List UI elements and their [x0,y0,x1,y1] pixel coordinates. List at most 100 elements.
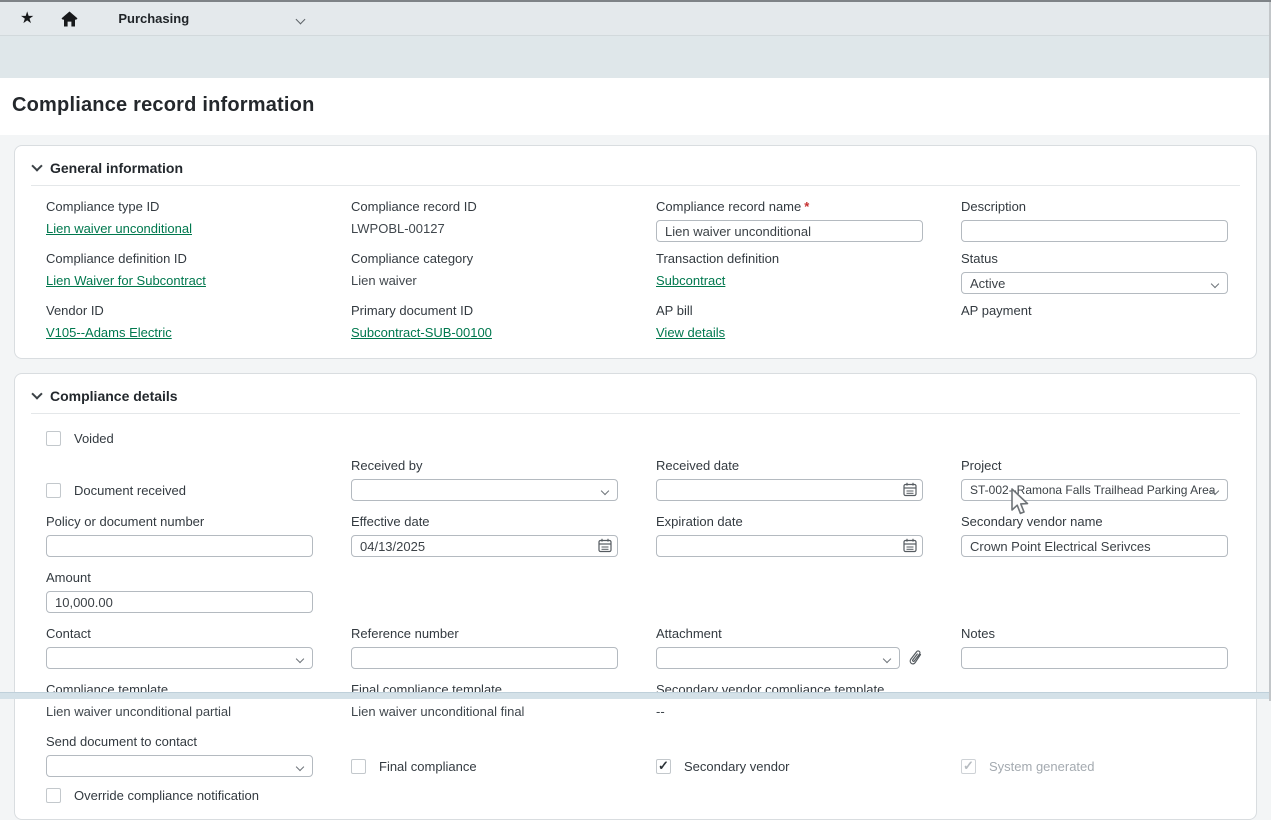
field-document-received: Document received [46,458,313,501]
field-ap-bill: AP bill View details [656,303,923,342]
field-received-by: Received by [351,458,618,501]
notes-input[interactable] [961,647,1228,669]
checkbox-box[interactable] [656,759,671,774]
checkbox-box[interactable] [46,483,61,498]
primary-document-id-link[interactable]: Subcontract-SUB-00100 [351,324,492,342]
compliance-definition-id-link[interactable]: Lien Waiver for Subcontract [46,272,206,290]
final-compliance-template-value: Lien waiver unconditional final [351,703,618,721]
field-compliance-record-id: Compliance record ID LWPOBL-00127 [351,199,618,242]
top-nav-bar: ★ Purchasing [0,2,1271,35]
effective-date-input[interactable] [351,535,618,557]
compliance-details-header[interactable]: Compliance details [31,386,1240,414]
compliance-record-id-value: LWPOBL-00127 [351,220,618,238]
collapse-chevron-down-icon[interactable] [31,160,42,171]
document-received-checkbox[interactable]: Document received [46,483,186,498]
field-vendor-id: Vendor ID V105--Adams Electric [46,303,313,342]
field-secondary-vendor-compliance-template: Secondary vendor compliance template -- [656,682,923,721]
field-label: Description [961,199,1228,215]
compliance-category-value: Lien waiver [351,272,618,290]
field-amount: Amount [46,570,313,613]
field-label: Attachment [656,626,923,642]
field-compliance-record-name: Compliance record name* [656,199,923,242]
chevron-down-icon [1211,280,1219,288]
field-reference-number: Reference number [351,626,618,669]
field-secondary-vendor-name: Secondary vendor name [961,514,1228,557]
general-information-card: General information Compliance type ID L… [14,145,1257,359]
project-select[interactable]: ST-002--Ramona Falls Trailhead Parking A… [961,479,1228,501]
calendar-icon[interactable] [903,538,917,558]
chevron-down-icon [883,655,891,663]
field-label: Reference number [351,626,618,642]
compliance-details-card: Compliance details Voided Document recei… [14,373,1257,820]
app-menu-chevron-down-icon[interactable] [297,10,304,28]
field-label: Compliance type ID [46,199,313,215]
field-compliance-definition-id: Compliance definition ID Lien Waiver for… [46,251,313,294]
send-document-to-contact-select[interactable] [46,755,313,777]
chevron-down-icon [296,763,304,771]
field-compliance-type-id: Compliance type ID Lien waiver unconditi… [46,199,313,242]
attachment-select[interactable] [656,647,900,669]
collapse-chevron-down-icon[interactable] [31,388,42,399]
window-bottom-strip [0,692,1271,699]
transaction-definition-link[interactable]: Subcontract [656,272,725,290]
secondary-vendor-compliance-template-value: -- [656,703,923,721]
secondary-toolbar [0,35,1271,78]
general-information-header[interactable]: General information [31,158,1240,186]
field-label: Received by [351,458,618,474]
checkbox-box[interactable] [46,788,61,803]
checkbox-label: Override compliance notification [74,788,259,803]
reference-number-input[interactable] [351,647,618,669]
field-ap-payment: AP payment [961,303,1228,342]
amount-input[interactable] [46,591,313,613]
calendar-icon[interactable] [903,482,917,502]
checkbox-label: Secondary vendor [684,759,790,774]
checkbox-box[interactable] [351,759,366,774]
field-final-compliance: Final compliance [351,734,618,777]
field-label: Effective date [351,514,618,530]
chevron-down-icon [601,487,609,495]
secondary-vendor-name-input[interactable] [961,535,1228,557]
field-label: Received date [656,458,923,474]
secondary-vendor-checkbox[interactable]: Secondary vendor [656,759,790,774]
field-expiration-date: Expiration date [656,514,923,557]
voided-checkbox[interactable]: Voided [46,431,313,446]
required-asterisk: * [804,199,809,214]
field-description: Description [961,199,1228,242]
page-title: Compliance record information [12,94,1259,117]
app-menu-purchasing[interactable]: Purchasing [118,11,189,26]
field-label: Project [961,458,1228,474]
description-input[interactable] [961,220,1228,242]
field-label: Contact [46,626,313,642]
ap-payment-value [961,324,1228,342]
checkbox-label: Final compliance [379,759,477,774]
vendor-id-link[interactable]: V105--Adams Electric [46,324,172,342]
policy-or-document-number-input[interactable] [46,535,313,557]
field-secondary-vendor: Secondary vendor [656,734,923,777]
project-selected-value: ST-002--Ramona Falls Trailhead Parking A… [970,483,1215,497]
checkbox-box[interactable] [46,431,61,446]
ap-bill-view-details-link[interactable]: View details [656,324,725,342]
paperclip-icon[interactable] [909,650,923,666]
calendar-icon[interactable] [598,538,612,558]
checkbox-label: Voided [74,431,114,446]
title-band: Compliance record information [0,78,1271,135]
field-label: Secondary vendor name [961,514,1228,530]
system-generated-checkbox: System generated [961,759,1095,774]
expiration-date-input[interactable] [656,535,923,557]
received-by-select[interactable] [351,479,618,501]
home-icon[interactable] [61,11,78,27]
field-attachment: Attachment [656,626,923,669]
field-status: Status Active [961,251,1228,294]
received-date-input[interactable] [656,479,923,501]
field-label: Compliance definition ID [46,251,313,267]
favorites-star-icon[interactable]: ★ [20,11,34,27]
compliance-record-name-input[interactable] [656,220,923,242]
chevron-down-icon [296,655,304,663]
contact-select[interactable] [46,647,313,669]
override-compliance-notification-checkbox[interactable]: Override compliance notification [46,788,313,803]
field-final-compliance-template: Final compliance template Lien waiver un… [351,682,618,721]
field-project: Project ST-002--Ramona Falls Trailhead P… [961,458,1228,501]
final-compliance-checkbox[interactable]: Final compliance [351,759,477,774]
status-select[interactable]: Active [961,272,1228,294]
compliance-type-id-link[interactable]: Lien waiver unconditional [46,220,192,238]
